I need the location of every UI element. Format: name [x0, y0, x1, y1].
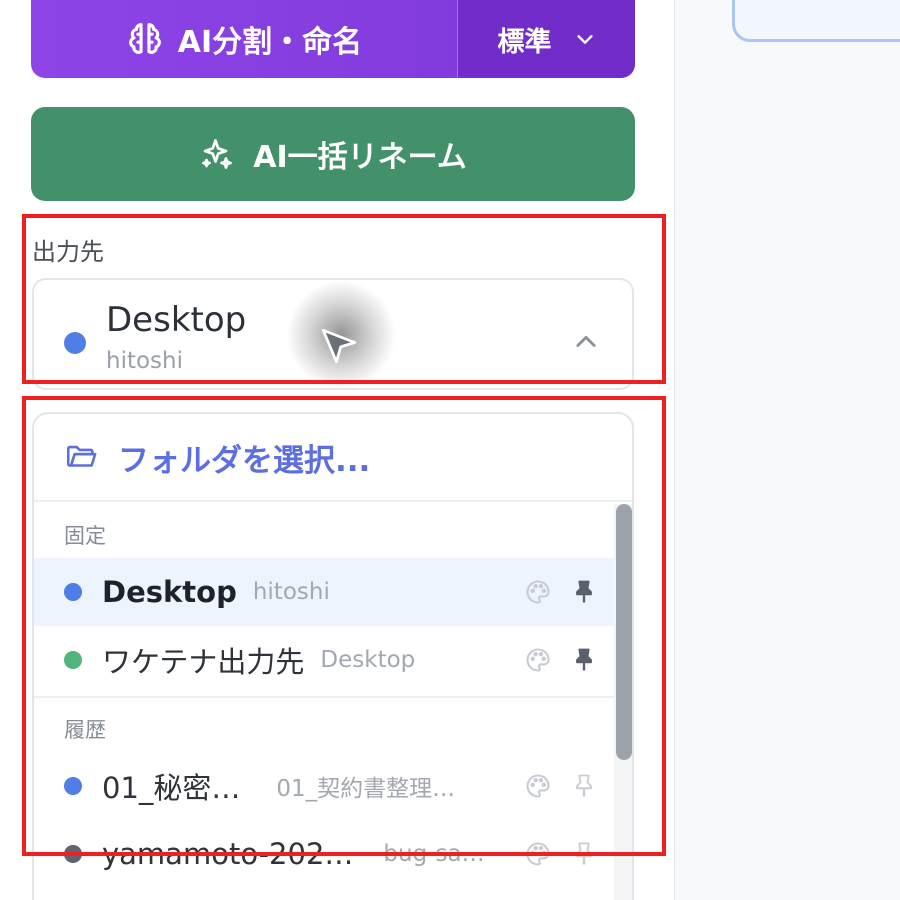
ai-split-label: AI分割・命名 [177, 25, 363, 60]
annotation-box-dropdown [22, 396, 666, 856]
ai-bulk-rename-label: AI一括リネーム [253, 140, 467, 175]
mode-label: 標準 [497, 26, 552, 58]
mode-select-button[interactable]: 標準 [457, 0, 635, 78]
ai-bulk-rename-button[interactable]: AI一括リネーム [31, 107, 635, 201]
sparkles-icon [202, 139, 233, 169]
ai-split-button-group: AI分割・命名 標準 [31, 0, 635, 78]
ai-split-button[interactable]: AI分割・命名 [31, 0, 457, 78]
preview-card[interactable] [732, 0, 900, 42]
annotation-box-output-selector [22, 214, 666, 384]
chevron-down-icon [576, 35, 593, 44]
preview-pane [674, 0, 900, 900]
brain-icon [128, 23, 161, 54]
